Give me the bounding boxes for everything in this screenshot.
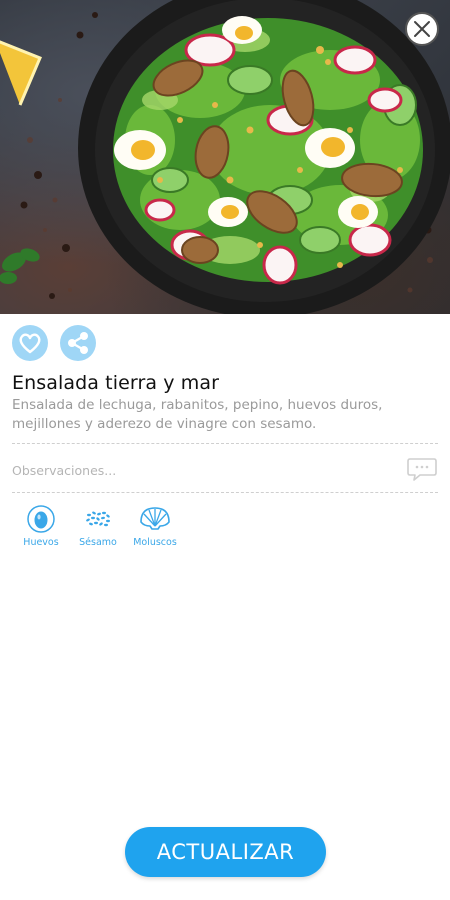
- allergen-label: Moluscos: [133, 537, 177, 548]
- observations-input[interactable]: [12, 458, 392, 482]
- sesame-icon: [86, 511, 110, 527]
- speech-bubble-icon: [407, 458, 437, 481]
- favorite-button[interactable]: [12, 325, 48, 361]
- salad-illustration: [0, 0, 450, 314]
- update-button[interactable]: ACTUALIZAR: [125, 827, 326, 877]
- comment-button[interactable]: [406, 455, 438, 483]
- dish-title: Ensalada tierra y mar: [12, 372, 219, 394]
- divider: [12, 492, 438, 493]
- close-button[interactable]: [405, 12, 439, 46]
- share-button[interactable]: [60, 325, 96, 361]
- shell-icon: [140, 507, 170, 530]
- dish-photo: [0, 0, 450, 314]
- heart-icon: [19, 333, 41, 354]
- close-icon: [414, 21, 430, 37]
- divider: [12, 443, 438, 444]
- allergen-molluscs: Moluscos: [120, 504, 190, 548]
- dish-description: Ensalada de lechuga, rabanitos, pepino, …: [12, 397, 383, 432]
- share-icon: [68, 332, 88, 354]
- egg-icon: [27, 505, 55, 533]
